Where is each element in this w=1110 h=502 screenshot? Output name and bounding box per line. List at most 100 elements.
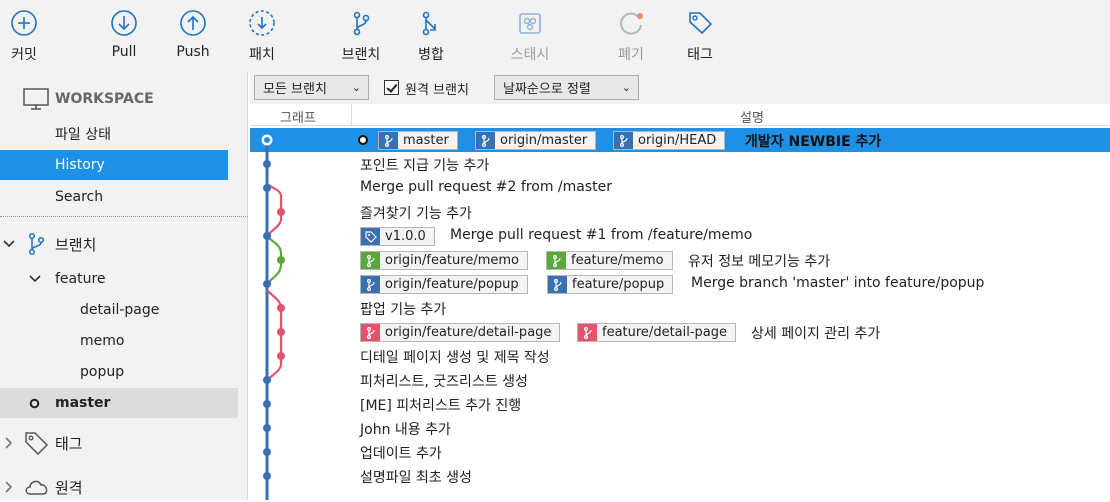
sidebar-section-tags[interactable]: 태그	[0, 428, 228, 458]
commit-row[interactable]: [ME] 피처리스트 추가 진행	[250, 392, 1110, 416]
branch-tag[interactable]: master	[378, 131, 458, 150]
graph-node	[263, 232, 271, 240]
graph-node	[263, 280, 271, 288]
branch-tag[interactable]: origin/feature/memo	[360, 251, 528, 270]
tag-label: origin/HEAD	[638, 133, 717, 148]
commit-message: 업데이트 추가	[360, 446, 442, 462]
chevron-right-icon	[5, 437, 13, 449]
commit-message: 포인트 지급 기능 추가	[360, 158, 490, 174]
graph-column-header[interactable]: 그래프	[280, 107, 316, 126]
commit-row[interactable]: 즐겨찾기 기능 추가	[250, 200, 1110, 224]
tag-label: origin/master	[500, 133, 588, 148]
remote-branches-checkbox[interactable]	[384, 80, 399, 95]
branch-tag[interactable]: feature/detail-page	[577, 323, 737, 342]
plus-circle-icon	[11, 10, 37, 36]
branch-tag[interactable]: feature/memo	[546, 251, 673, 270]
graph-node-head-inner	[264, 137, 270, 143]
merge-label: 병합	[418, 47, 444, 63]
version-tag[interactable]: v1.0.0	[360, 227, 435, 246]
patch-icon	[249, 10, 275, 36]
branch-tag[interactable]: origin/feature/popup	[360, 275, 528, 294]
commit-graph	[261, 134, 285, 500]
commit-row[interactable]: master origin/master origin/HEAD 개발자 NEW…	[250, 128, 1110, 152]
graph-node	[277, 256, 285, 264]
graph-node	[263, 472, 271, 480]
sidebar: WORKSPACE 파일 상태 History Search 브랜치 featu…	[0, 72, 248, 500]
sidebar-folder-feature[interactable]: feature	[0, 264, 228, 294]
commit-row[interactable]: origin/feature/popup feature/popup Merge…	[250, 272, 1110, 296]
head-marker-icon	[358, 135, 368, 145]
commit-row[interactable]: origin/feature/detail-page feature/detai…	[250, 320, 1110, 344]
commit-row[interactable]: 업데이트 추가	[250, 440, 1110, 464]
push-label: Push	[176, 44, 210, 60]
commit-message: [ME] 피처리스트 추가 진행	[360, 398, 522, 414]
stash-button[interactable]: 스태시	[495, 8, 565, 64]
commit-button[interactable]: 커밋	[0, 8, 59, 64]
toolbar: 커밋 Pull Push 패치 브랜치 병합 스태시 폐기 태그	[0, 0, 1110, 72]
branch-tag[interactable]: origin/master	[475, 131, 597, 150]
branch-filter-dropdown[interactable]: 모든 브랜치 ⌄	[254, 75, 369, 100]
sidebar-divider	[0, 216, 248, 217]
commit-row[interactable]: 포인트 지급 기능 추가	[250, 152, 1110, 176]
memo-label: memo	[80, 333, 125, 349]
description-column-header[interactable]: 설명	[740, 107, 764, 126]
commit-row[interactable]: 디테일 페이지 생성 및 제목 작성	[250, 344, 1110, 368]
column-divider[interactable]	[351, 104, 352, 126]
branch-label: 브랜치	[341, 47, 381, 63]
branch-filter-label: 모든 브랜치	[263, 82, 327, 97]
graph-node	[263, 376, 271, 384]
branch-tag[interactable]: origin/HEAD	[613, 131, 726, 150]
commit-row[interactable]: 피처리스트, 굿즈리스트 생성	[250, 368, 1110, 392]
sidebar-branch-detail-page[interactable]: detail-page	[0, 295, 228, 325]
sidebar-section-remotes[interactable]: 원격	[0, 472, 228, 502]
branch-button[interactable]: 브랜치	[326, 8, 396, 64]
graph-node	[263, 448, 271, 456]
tag-label: master	[403, 133, 449, 148]
commit-row[interactable]: 팝업 기능 추가	[250, 296, 1110, 320]
push-button[interactable]: Push	[158, 8, 228, 60]
remotes-label: 원격	[55, 478, 83, 497]
merge-icon	[422, 11, 436, 36]
tag-label: v1.0.0	[385, 229, 426, 244]
popup-label: popup	[80, 364, 125, 380]
commit-row[interactable]: John 내용 추가	[250, 416, 1110, 440]
discard-button[interactable]: 폐기	[596, 8, 666, 64]
commit-row[interactable]: origin/feature/memo feature/memo 유저 정보 메…	[250, 248, 1110, 272]
tag-button[interactable]: 태그	[665, 8, 735, 64]
tag-icon	[689, 12, 713, 35]
branch-tag[interactable]: feature/popup	[547, 275, 674, 294]
graph-node	[277, 328, 285, 336]
history-label: History	[55, 157, 105, 173]
branch-icon	[361, 324, 380, 341]
commit-row[interactable]: v1.0.0 Merge pull request #1 from /featu…	[250, 224, 1110, 248]
graph-node	[277, 208, 285, 216]
branch-tag[interactable]: origin/feature/detail-page	[360, 323, 561, 342]
sidebar-item-history[interactable]: History	[0, 150, 228, 180]
sidebar-section-branches[interactable]: 브랜치	[0, 229, 228, 259]
sidebar-item-search[interactable]: Search	[0, 182, 228, 212]
sort-dropdown[interactable]: 날짜순으로 정렬 ⌄	[494, 75, 639, 100]
tags-label: 태그	[55, 434, 83, 453]
chevron-down-icon: ⌄	[621, 81, 631, 94]
chevron-down-icon	[3, 240, 15, 248]
commit-label: 커밋	[11, 47, 37, 63]
file-status-label: 파일 상태	[55, 127, 111, 143]
tag-label: origin/feature/popup	[385, 277, 519, 292]
sidebar-branch-memo[interactable]: memo	[0, 326, 228, 356]
commit-row[interactable]: Merge pull request #2 from /master	[250, 176, 1110, 200]
graph-node	[263, 424, 271, 432]
pull-button[interactable]: Pull	[89, 8, 159, 60]
discard-label: 폐기	[618, 47, 644, 63]
chevron-right-icon	[5, 481, 13, 493]
merge-button[interactable]: 병합	[396, 8, 466, 64]
patch-button[interactable]: 패치	[227, 8, 297, 64]
branch-icon	[361, 276, 380, 293]
feature-label: feature	[55, 271, 106, 287]
workspace-header[interactable]: WORKSPACE	[0, 84, 228, 114]
commit-row[interactable]: 설명파일 최초 생성	[250, 464, 1110, 488]
sidebar-branch-popup[interactable]: popup	[0, 357, 228, 387]
cloud-icon	[25, 480, 48, 495]
sidebar-item-file-status[interactable]: 파일 상태	[0, 119, 228, 149]
sidebar-branch-master[interactable]: master	[0, 388, 238, 418]
chevron-down-icon	[29, 275, 41, 283]
